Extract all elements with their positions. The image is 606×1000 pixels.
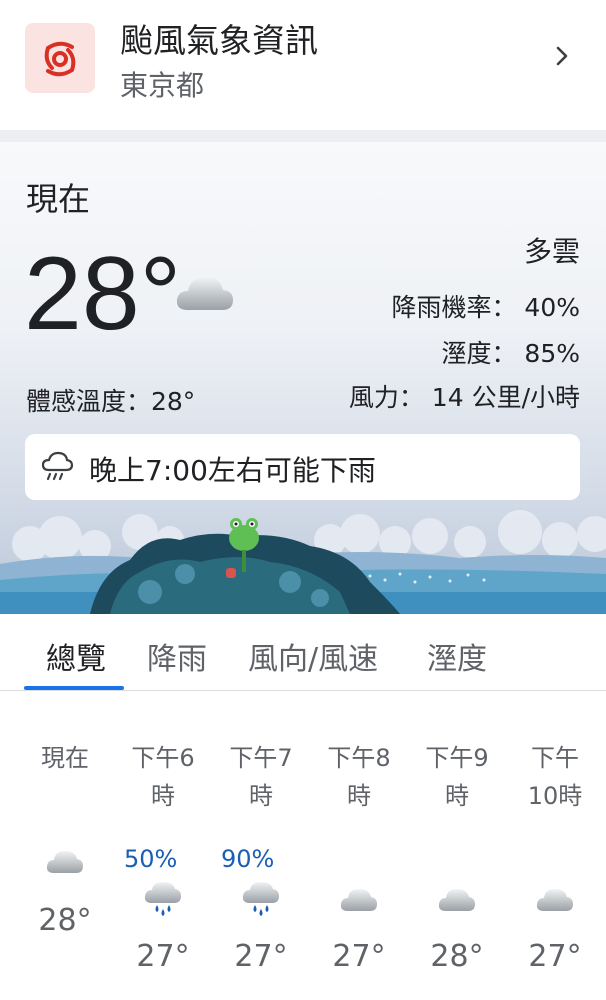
cloud-icon bbox=[536, 889, 573, 911]
hour-time: 下午7 時 bbox=[229, 744, 293, 810]
now-label: 現在 bbox=[26, 180, 91, 218]
weather-tabs: 總覽 降雨 風向/風速 溼度 bbox=[0, 614, 606, 691]
typhoon-info-card[interactable]: 颱風氣象資訊 東京都 bbox=[0, 0, 606, 130]
hour-time: 下午 10時 bbox=[527, 744, 583, 810]
cloud-icon bbox=[176, 277, 233, 310]
humidity: 溼度： 85% bbox=[441, 339, 580, 368]
hour-temp: 27° bbox=[528, 939, 582, 974]
hour-temp: 27° bbox=[136, 939, 190, 974]
hour-temp: 28° bbox=[38, 903, 92, 938]
hour-time: 下午8 時 bbox=[327, 744, 391, 810]
landscape-illustration bbox=[0, 510, 606, 614]
hourly-item[interactable]: 下午6 時 50% 27° bbox=[114, 691, 212, 1000]
current-weather-panel: 現在 28° 體感溫度：28° 多雲 降雨機率： 40% 溼度： 85% 風力：… bbox=[0, 142, 606, 614]
tab-overview[interactable]: 總覽 bbox=[46, 634, 106, 678]
hourly-item[interactable]: 下午 10時 27° bbox=[506, 691, 604, 1000]
hour-temp: 27° bbox=[332, 939, 386, 974]
hour-time: 下午9 時 bbox=[425, 744, 489, 810]
wind-speed: 風力： 14 公里/小時 bbox=[348, 383, 580, 412]
rain-alert-banner[interactable]: 晚上7:00左右可能下雨 bbox=[25, 434, 580, 500]
hourly-item[interactable]: 下午8 時 27° bbox=[310, 691, 408, 1000]
typhoon-location: 東京都 bbox=[120, 69, 205, 102]
condition-text: 多雲 bbox=[523, 235, 580, 268]
hour-time: 現在 bbox=[41, 744, 89, 772]
feels-like: 體感溫度：28° bbox=[26, 387, 196, 416]
cloud-icon bbox=[340, 889, 377, 911]
active-tab-indicator bbox=[24, 686, 124, 690]
rain-cloud-icon bbox=[144, 882, 181, 916]
rain-cloud-icon bbox=[242, 882, 279, 916]
tab-precipitation[interactable]: 降雨 bbox=[147, 634, 207, 678]
hourly-item[interactable]: 下午7 時 90% 27° bbox=[212, 691, 310, 1000]
typhoon-title: 颱風氣象資訊 bbox=[120, 21, 318, 60]
rain-cloud-icon bbox=[41, 451, 74, 481]
cloud-icon bbox=[46, 851, 83, 873]
hour-temp: 27° bbox=[234, 939, 288, 974]
current-temperature: 28° bbox=[24, 236, 182, 352]
hourly-item[interactable]: 下午9 時 28° bbox=[408, 691, 506, 1000]
tab-humidity[interactable]: 溼度 bbox=[427, 634, 487, 678]
cloud-icon bbox=[438, 889, 475, 911]
hour-precip: 50% bbox=[124, 845, 178, 873]
section-divider bbox=[0, 130, 606, 142]
chevron-right-icon[interactable] bbox=[548, 42, 576, 70]
hour-precip: 90% bbox=[221, 845, 275, 873]
hourly-item[interactable]: 現在 28° bbox=[16, 691, 114, 1000]
hour-temp: 28° bbox=[430, 939, 484, 974]
rain-alert-text: 晚上7:00左右可能下雨 bbox=[89, 454, 376, 487]
hour-time: 下午6 時 bbox=[131, 744, 195, 810]
precip-chance: 降雨機率： 40% bbox=[391, 293, 580, 322]
hourly-forecast: 現在 28° 下午6 時 50% 27° 下午7 時 90% 27° 下午8 時… bbox=[0, 691, 606, 1000]
tab-wind[interactable]: 風向/風速 bbox=[248, 634, 378, 678]
typhoon-icon bbox=[25, 23, 95, 93]
